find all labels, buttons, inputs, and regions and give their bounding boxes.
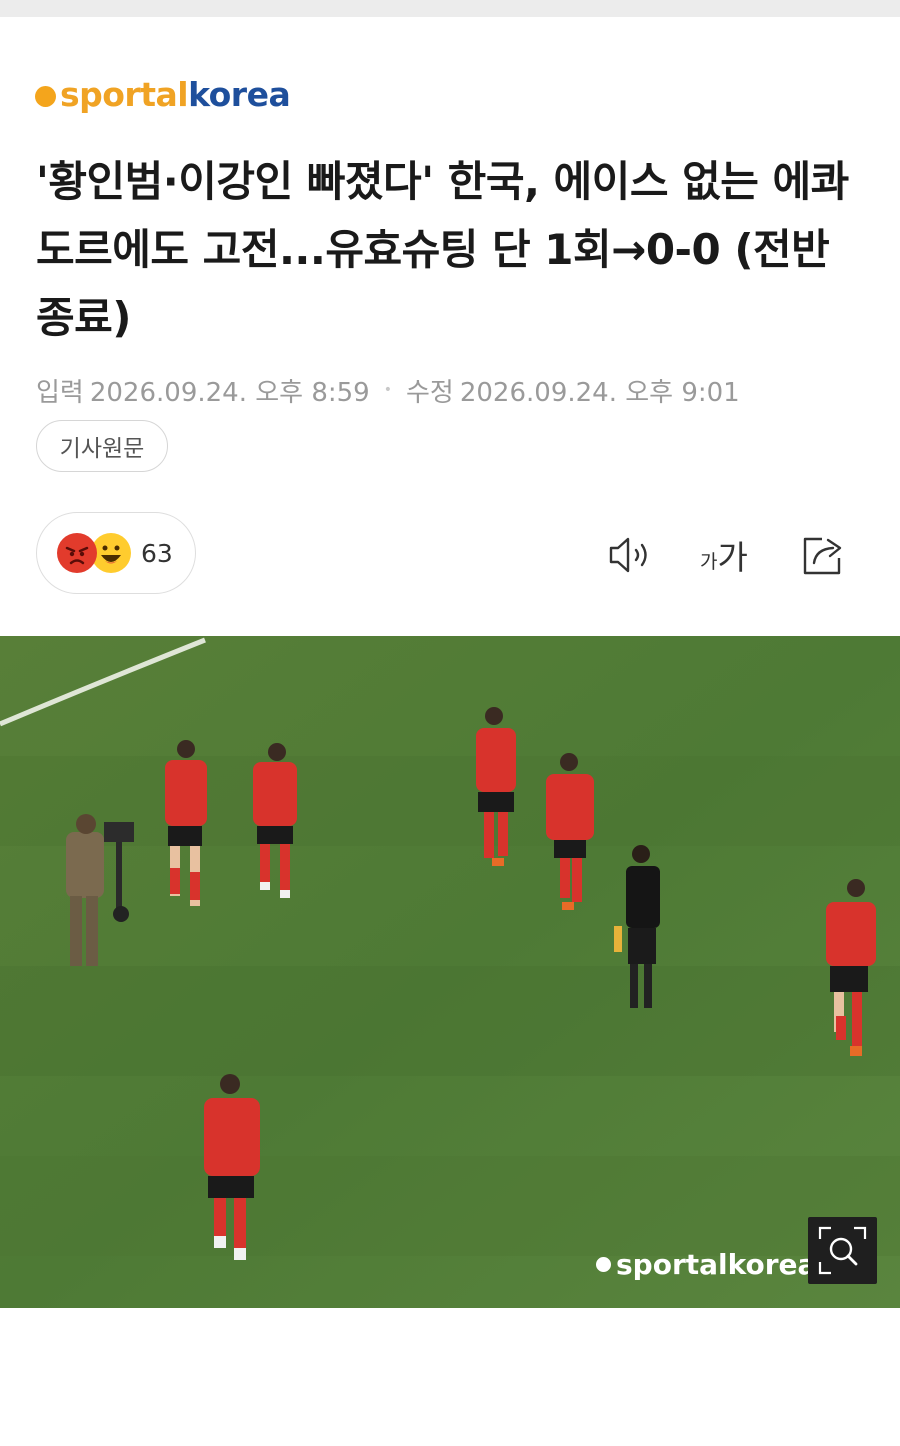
- reaction-count: 63: [141, 538, 173, 568]
- logo-dot: [35, 85, 56, 107]
- article-meta: 입력 2026.09.24. 오후 8:59 • 수정 2026.09.24. …: [36, 370, 740, 410]
- zoom-image-button[interactable]: [808, 1217, 877, 1284]
- logo-sportal-text: sportal: [60, 74, 189, 114]
- sportalkorea-logo[interactable]: sportal korea: [35, 72, 291, 116]
- angry-emoji-icon: [57, 533, 97, 573]
- published-time: 2026.09.24. 오후 8:59: [89, 377, 370, 408]
- speaker-icon[interactable]: [606, 530, 656, 580]
- reaction-button[interactable]: 63: [36, 512, 196, 594]
- font-size-small-glyph: 가: [700, 551, 718, 573]
- status-bar-strip: [0, 0, 900, 17]
- article-headline: '황인범·이강인 빠졌다' 한국, 에이스 없는 에콰도르에도 고전...유효슈…: [36, 157, 849, 342]
- meta-separator: •: [383, 382, 392, 398]
- watermark-dot: [596, 1256, 611, 1272]
- magnifier-icon: [818, 1226, 867, 1275]
- smile-emoji-icon: [91, 533, 131, 573]
- published-label: 입력: [36, 377, 84, 408]
- original-article-button[interactable]: 기사원문: [36, 420, 168, 472]
- photo-watermark: sportal korea: [596, 1244, 816, 1284]
- font-size-large-glyph: 가: [717, 538, 748, 577]
- logo-korea-text: korea: [188, 74, 291, 114]
- font-size-icon[interactable]: 가 가: [700, 530, 760, 580]
- watermark-korea-text: korea: [727, 1247, 817, 1281]
- modified-time: 2026.09.24. 오후 9:01: [459, 377, 740, 408]
- article-photo[interactable]: [0, 636, 900, 1308]
- watermark-sportal-text: sportal: [616, 1247, 728, 1281]
- modified-label: 수정: [406, 377, 454, 408]
- share-icon[interactable]: [800, 530, 850, 580]
